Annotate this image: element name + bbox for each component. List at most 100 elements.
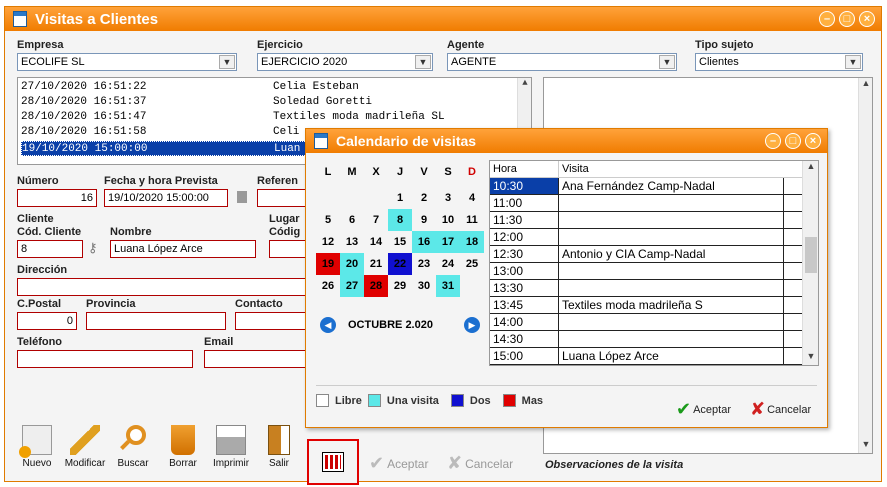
hora-cell: 10:30 — [490, 178, 558, 194]
day-cell[interactable]: 3 — [436, 187, 460, 209]
cpostal-field[interactable]: 0 — [17, 312, 77, 330]
day-cell[interactable]: 20 — [340, 253, 364, 275]
maximize-icon[interactable]: □ — [839, 11, 855, 27]
table-row[interactable]: 14:00 — [490, 314, 802, 331]
table-row[interactable]: 11:00 — [490, 195, 802, 212]
numero-field[interactable]: 16 — [17, 189, 97, 207]
calendar-toggle-button[interactable] — [307, 439, 359, 485]
list-item[interactable]: 28/10/2020 16:51:47 Textiles moda madrile… — [21, 110, 519, 125]
next-month-icon[interactable]: ▶ — [464, 317, 480, 333]
table-row[interactable]: 14:30 — [490, 331, 802, 348]
scroll-up-icon[interactable]: ▲ — [803, 161, 819, 175]
minimize-icon[interactable]: – — [819, 11, 835, 27]
prev-month-icon[interactable]: ◀ — [320, 317, 336, 333]
key-icon[interactable]: ⚷ — [88, 240, 102, 255]
tipo-label: Tipo sujeto — [695, 39, 754, 51]
fecha-field[interactable]: 19/10/2020 15:00:00 — [104, 189, 228, 207]
table-row[interactable]: 13:00 — [490, 263, 802, 280]
day-cell[interactable]: 6 — [340, 209, 364, 231]
provincia-field[interactable] — [86, 312, 226, 330]
referencia-field[interactable] — [257, 189, 307, 207]
scroll-thumb[interactable] — [805, 237, 817, 273]
scroll-up-icon[interactable]: ▲ — [859, 78, 873, 92]
table-row[interactable]: 12:30 Antonio y CIA Camp-Nadal — [490, 246, 802, 263]
day-cell[interactable]: 4 — [460, 187, 484, 209]
modificar-button[interactable]: Modificar — [63, 425, 107, 469]
legend-dos: Dos — [469, 394, 491, 407]
day-cell[interactable]: 1 — [388, 187, 412, 209]
direccion-field[interactable] — [17, 278, 307, 296]
notes-scrollbar[interactable]: ▲ ▼ — [858, 78, 872, 453]
telefono-field[interactable] — [17, 350, 193, 368]
day-cell[interactable]: 13 — [340, 231, 364, 253]
close-icon[interactable]: × — [859, 11, 875, 27]
day-cell[interactable]: 17 — [436, 231, 460, 253]
contacto-field[interactable] — [235, 312, 307, 330]
minimize-icon[interactable]: – — [765, 133, 781, 149]
day-cell[interactable]: 7 — [364, 209, 388, 231]
chevron-down-icon[interactable]: ▼ — [415, 55, 431, 69]
nombre-field[interactable]: Luana López Arce — [110, 240, 256, 258]
scroll-up-icon[interactable]: ▲ — [518, 78, 532, 92]
maximize-icon[interactable]: □ — [785, 133, 801, 149]
day-cell[interactable]: 31 — [436, 275, 460, 297]
day-cell[interactable]: 8 — [388, 209, 412, 231]
email-field[interactable] — [204, 350, 307, 368]
table-row[interactable]: 12:00 — [490, 229, 802, 246]
day-cell[interactable]: 25 — [460, 253, 484, 275]
table-row[interactable]: 13:30 — [490, 280, 802, 297]
day-cell[interactable]: 14 — [364, 231, 388, 253]
scroll-down-icon[interactable]: ▼ — [803, 351, 819, 365]
day-cell[interactable]: 26 — [316, 275, 340, 297]
day-cell[interactable]: 27 — [340, 275, 364, 297]
day-cell[interactable]: 23 — [412, 253, 436, 275]
borrar-button[interactable]: Borrar — [161, 425, 205, 469]
day-cell[interactable]: 30 — [412, 275, 436, 297]
imprimir-button[interactable]: Imprimir — [209, 425, 253, 469]
day-cell[interactable]: 15 — [388, 231, 412, 253]
cpostal-label: C.Postal — [17, 298, 62, 310]
cal-cancelar-button[interactable]: ✘ Cancelar — [750, 399, 811, 420]
cod-cliente-field[interactable]: 8 — [17, 240, 83, 258]
chevron-down-icon[interactable]: ▼ — [659, 55, 675, 69]
tipo-select[interactable]: Clientes ▼ — [695, 53, 863, 71]
schedule-scrollbar[interactable]: ▲ ▼ — [802, 161, 818, 365]
cal-aceptar-button[interactable]: ✔ Aceptar — [676, 399, 731, 420]
hora-cell: 14:30 — [493, 332, 524, 346]
day-cell[interactable]: 24 — [436, 253, 460, 275]
chevron-down-icon[interactable]: ▼ — [219, 55, 235, 69]
agente-select[interactable]: AGENTE ▼ — [447, 53, 677, 71]
list-item[interactable]: 28/10/2020 16:51:37 Soledad Goretti — [21, 95, 519, 110]
nuevo-button[interactable]: Nuevo — [15, 425, 59, 469]
scroll-down-icon[interactable]: ▼ — [859, 439, 873, 453]
list-item[interactable]: 27/10/2020 16:51:22 Celia Esteban — [21, 80, 519, 95]
chevron-down-icon[interactable]: ▼ — [845, 55, 861, 69]
day-cell[interactable]: 5 — [316, 209, 340, 231]
close-icon[interactable]: × — [805, 133, 821, 149]
table-row[interactable]: 15:00 Luana López Arce — [490, 348, 802, 365]
day-cell[interactable]: 12 — [316, 231, 340, 253]
day-cell[interactable]: 19 — [316, 253, 340, 275]
table-row[interactable]: 10:30 Ana Fernández Camp-Nadal — [490, 178, 802, 195]
day-cell[interactable]: 22 — [388, 253, 412, 275]
day-cell[interactable]: 28 — [364, 275, 388, 297]
salir-button[interactable]: Salir — [257, 425, 301, 469]
day-cell[interactable]: 18 — [460, 231, 484, 253]
table-row[interactable]: 13:45 Textiles moda madrileña S — [490, 297, 802, 314]
day-cell[interactable]: 10 — [436, 209, 460, 231]
day-cell[interactable]: 9 — [412, 209, 436, 231]
buscar-button[interactable]: Buscar — [111, 425, 155, 469]
codigo-field[interactable] — [269, 240, 307, 258]
cancelar-button[interactable]: ✘ Cancelar — [447, 453, 513, 474]
empresa-select[interactable]: ECOLIFE SL ▼ — [17, 53, 237, 71]
day-cell[interactable]: 11 — [460, 209, 484, 231]
day-cell[interactable]: 21 — [364, 253, 388, 275]
visit-name: Celi — [273, 126, 300, 138]
ejercicio-select[interactable]: EJERCICIO 2020 ▼ — [257, 53, 433, 71]
day-cell[interactable]: 29 — [388, 275, 412, 297]
day-cell[interactable]: 16 — [412, 231, 436, 253]
aceptar-button[interactable]: ✔ Aceptar — [369, 453, 428, 474]
table-row[interactable]: 11:30 — [490, 212, 802, 229]
day-cell[interactable]: 2 — [412, 187, 436, 209]
calendar-icon[interactable] — [237, 191, 247, 203]
